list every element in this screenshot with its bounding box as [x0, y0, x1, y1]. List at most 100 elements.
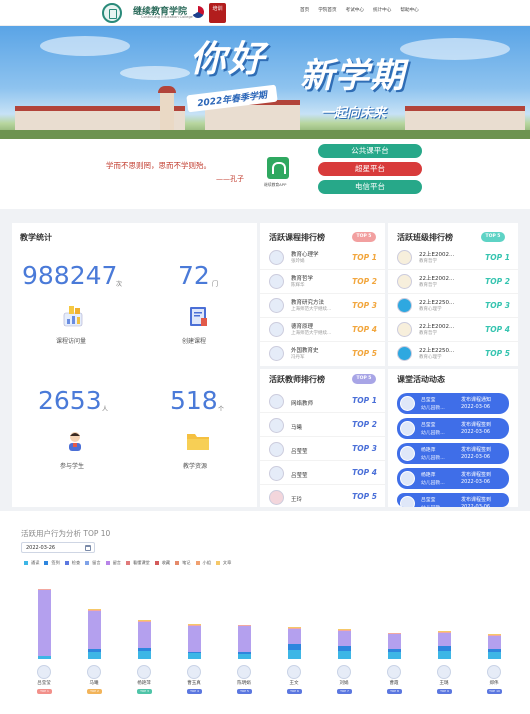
nav-item-home[interactable]: 首页: [300, 7, 309, 13]
teacher-avatar: [269, 490, 284, 505]
class-name: 22上E2002...: [419, 252, 455, 258]
legend-item[interactable]: 小组: [195, 560, 211, 566]
public-course-platform-button[interactable]: 公共课平台: [318, 144, 422, 158]
course-rank-row[interactable]: 教育哲学 陈辉华 TOP 2: [260, 271, 385, 294]
teacher-rank-row[interactable]: 王玲 TOP 5: [260, 486, 385, 509]
legend-item[interactable]: 留言: [105, 560, 121, 566]
behavior-chart-title: 活跃用户行为分析 TOP 10: [21, 529, 111, 538]
confucius-quote: 学而不思则罔，思而不学则殆。: [106, 161, 211, 170]
class-course: 教育心理学: [419, 355, 442, 360]
nav-item-college[interactable]: 学院首页: [318, 7, 336, 13]
activity-action: 发布课程通知: [461, 397, 492, 403]
legend-item[interactable]: 看懂课堂: [125, 560, 150, 566]
page-root: 继续教育学院 Continuing Education College 培训 首…: [0, 0, 530, 714]
user-avatar[interactable]: [37, 665, 51, 679]
teacher-avatar: [269, 394, 284, 409]
bar-segment-通读: [388, 652, 401, 659]
activity-action: 发布课程签到: [461, 422, 492, 428]
teacher-rank-row[interactable]: 马曦 TOP 2: [260, 414, 385, 437]
nav-item-stats[interactable]: 统计中心: [373, 7, 391, 13]
school-logo-icon[interactable]: [102, 3, 122, 23]
app-label: 继续教育APP: [264, 182, 287, 187]
legend-item[interactable]: 留言: [85, 560, 101, 566]
teacher-rank-row[interactable]: 吕莹莹 TOP 4: [260, 462, 385, 485]
legend-label: 笔记: [182, 560, 191, 565]
course-teacher: 冯丹军: [291, 355, 305, 360]
bar-segment-看懂课堂: [238, 625, 251, 627]
nav-item-exam[interactable]: 考试中心: [346, 7, 364, 13]
course-rank-row[interactable]: 教育心理学 张玲娟 TOP 1: [260, 247, 385, 270]
course-rank-row[interactable]: 德育原理 上海师范大学继续... TOP 4: [260, 319, 385, 342]
course-label: 创建课程: [182, 338, 207, 345]
teacher-name: 吕莹莹: [291, 449, 308, 455]
banner-together: 一起向未来: [321, 106, 387, 121]
legend-item[interactable]: 文章: [215, 560, 231, 566]
teacher-rank-row[interactable]: 网络教师 TOP 1: [260, 390, 385, 413]
activity-date: 2022-03-06: [461, 429, 491, 435]
activity-item[interactable]: 杨艳萍 幼儿园教... 发布课程签到 2022-03-06: [397, 443, 509, 464]
user-avatar[interactable]: [237, 665, 251, 679]
legend-item[interactable]: 收藏: [154, 560, 170, 566]
activity-item[interactable]: 吕莹莹 幼儿园教... 发布课程签到 2022-03-06: [397, 493, 509, 507]
user-top-badge: TOP 4: [187, 689, 202, 694]
course-thumbnail-icon: [269, 274, 284, 289]
date-picker[interactable]: 2022-03-26: [21, 542, 95, 553]
user-avatar[interactable]: [387, 665, 401, 679]
activity-item[interactable]: 吕莹莹 幼儿园教... 发布课程签到 2022-03-06: [397, 418, 509, 439]
user-avatar[interactable]: [87, 665, 101, 679]
user-avatar[interactable]: [287, 665, 301, 679]
user-avatar[interactable]: [187, 665, 201, 679]
class-rank-row[interactable]: 22上E2002... 教育哲学 TOP 4: [388, 319, 518, 342]
class-course: 教育哲学: [419, 283, 437, 288]
nav-item-help[interactable]: 帮助中心: [400, 7, 418, 13]
student-icon: [64, 430, 86, 452]
campus-roof: [405, 106, 525, 111]
class-thumbnail-icon: [397, 250, 412, 265]
bar-segment-通读: [88, 651, 101, 659]
legend-swatch: [85, 561, 90, 565]
class-rank-row[interactable]: 22上E2250... 教育心理学 TOP 3: [388, 295, 518, 318]
course-count: 72: [178, 261, 210, 290]
bar-segment-看懂课堂: [438, 631, 451, 633]
legend-item[interactable]: 签到: [44, 560, 60, 566]
activity-class: 幼儿园教...: [421, 481, 445, 486]
course-thumbnail-icon: [269, 250, 284, 265]
visit-count: 988247: [22, 261, 118, 290]
bar-segment-文章: [88, 609, 101, 611]
class-rank-row[interactable]: 22上E2250... 教育心理学 TOP 5: [388, 343, 518, 366]
legend-item[interactable]: 检查: [64, 560, 80, 566]
activity-item[interactable]: 杨艳萍 幼儿园教... 发布课程签到 2022-03-06: [397, 468, 509, 489]
user-avatar[interactable]: [137, 665, 151, 679]
user-avatar[interactable]: [437, 665, 451, 679]
user-name: 吕莹莹: [37, 681, 51, 686]
app-download-icon[interactable]: [267, 157, 289, 179]
course-rank-row[interactable]: 外国教育史 冯丹军 TOP 5: [260, 343, 385, 366]
class-rank-label: TOP 2: [485, 277, 510, 286]
course-name: 外国教育史: [291, 348, 319, 354]
course-rank-row[interactable]: 教育研究方法 上海师范大学继续... TOP 3: [260, 295, 385, 318]
class-course: 教育心理学: [419, 307, 442, 312]
activity-item[interactable]: 吕莹莹 幼儿园教... 发布课程通知 2022-03-06: [397, 393, 509, 414]
legend-item[interactable]: 笔记: [175, 560, 191, 566]
user-name: 曹霞: [389, 681, 399, 686]
class-rank-row[interactable]: 22上E2002... 教育哲学 TOP 1: [388, 247, 518, 270]
bar-segment-看懂课堂: [38, 588, 51, 590]
teacher-rank-panel: 活跃教师排行榜 TOP 5 网络教师 TOP 1 马曦 TOP 2 吕莹莹 TO…: [260, 369, 385, 507]
user-name: 马曦: [89, 681, 99, 686]
class-rank-row[interactable]: 22上E2002... 教育哲学 TOP 2: [388, 271, 518, 294]
visit-unit: 次: [116, 281, 123, 288]
telecom-platform-button[interactable]: 电信平台: [318, 180, 422, 194]
user-avatar[interactable]: [487, 665, 501, 679]
teacher-rank-label: TOP 1: [352, 396, 377, 405]
legend-swatch: [175, 561, 180, 565]
activity-action: 发布课程签到: [461, 497, 492, 503]
student-count: 2653: [38, 386, 102, 415]
campus-tower-roof: [158, 86, 176, 93]
course-teacher: 上海师范大学继续...: [291, 331, 332, 336]
legend-item[interactable]: 通读: [24, 560, 39, 566]
course-teacher: 张玲娟: [291, 259, 305, 264]
user-avatar[interactable]: [337, 665, 351, 679]
logo-subtitle: Continuing Education College: [141, 15, 193, 19]
chaoxing-platform-button[interactable]: 超星平台: [318, 162, 422, 176]
teacher-rank-row[interactable]: 吕莹莹 TOP 3: [260, 438, 385, 461]
